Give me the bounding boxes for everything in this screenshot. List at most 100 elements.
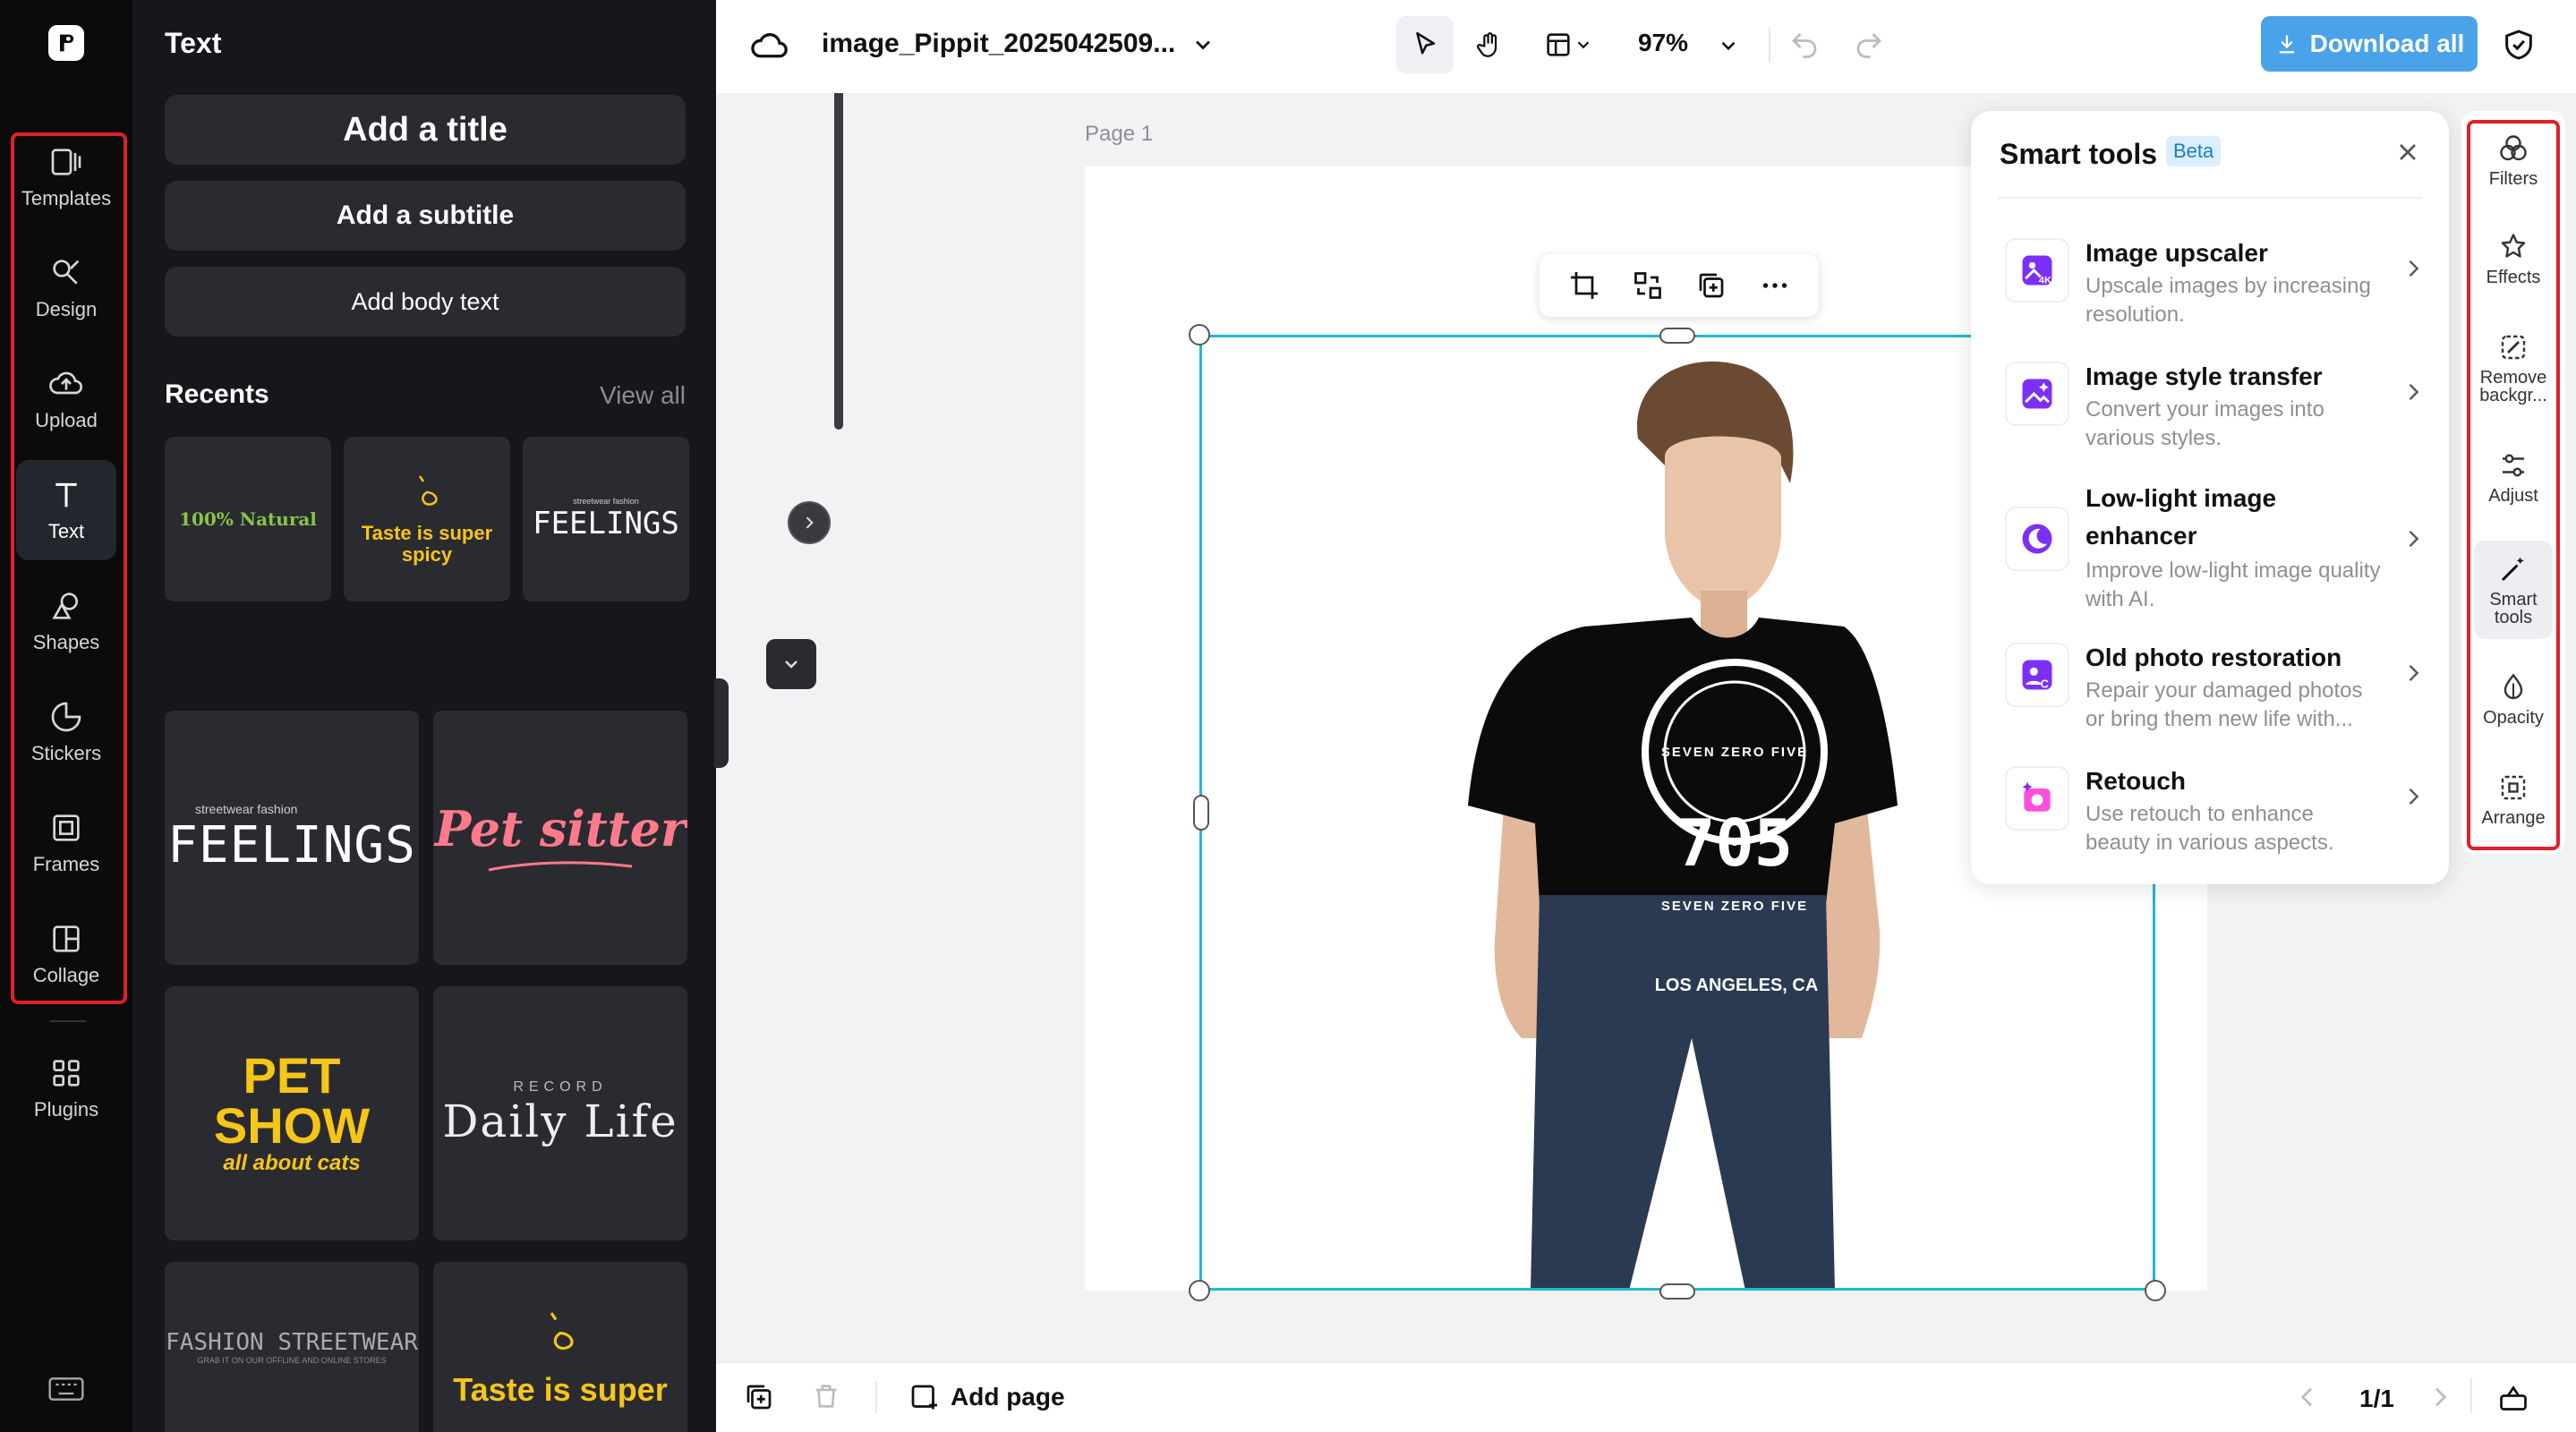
smart-tool-retouch[interactable]: Retouch Use retouch to enhance beauty in… — [2005, 763, 2426, 861]
recents-heading: Recents — [165, 379, 269, 409]
template-text: FEELINGS — [167, 815, 416, 874]
rail-item-collage[interactable]: Collage — [16, 904, 116, 1004]
zoom-level[interactable]: 97% — [1638, 29, 1688, 57]
previous-page-icon[interactable] — [2293, 1383, 2322, 1411]
rail-label: Arrange — [2481, 808, 2546, 828]
replace-icon[interactable] — [1632, 269, 1664, 302]
close-icon[interactable] — [2393, 138, 2422, 166]
rail-adjust[interactable]: Adjust — [2474, 449, 2553, 505]
shield-icon[interactable] — [2501, 27, 2537, 63]
add-title-button[interactable]: Add a title — [165, 95, 686, 165]
add-page-button[interactable]: Add page — [908, 1381, 1065, 1413]
rail-item-text[interactable]: Text — [16, 460, 116, 560]
app-logo[interactable] — [48, 25, 84, 61]
cursor-icon — [1416, 31, 1436, 55]
recent-template-feelings[interactable]: streetwear fashion FEELINGS — [523, 437, 689, 601]
rail-remove-background[interactable]: Remove backgr... — [2474, 331, 2553, 405]
expand-recents-button[interactable] — [766, 639, 816, 689]
add-page-label: Add page — [951, 1383, 1065, 1411]
recent-template-natural[interactable]: 100% Natural — [165, 437, 331, 601]
smart-tools-title: Smart tools — [2000, 138, 2158, 170]
svg-text:C: C — [2041, 678, 2049, 691]
cloud-sync-icon[interactable] — [750, 27, 789, 63]
rail-smart-tools[interactable]: Smart tools — [2474, 541, 2553, 639]
template-text: Taste is super — [453, 1371, 668, 1408]
rail-effects[interactable]: Effects — [2474, 231, 2553, 286]
design-icon — [53, 260, 80, 285]
resize-handle-bottom-left[interactable] — [1189, 1280, 1210, 1301]
rail-label: Opacity — [2483, 708, 2544, 728]
view-all-link[interactable]: View all — [600, 381, 686, 410]
more-options-icon[interactable] — [1759, 269, 1791, 302]
redo-icon[interactable] — [1853, 29, 1885, 61]
filters-icon — [2500, 135, 2527, 161]
effects-icon — [2501, 234, 2526, 258]
file-menu-chevron-down-icon[interactable] — [1190, 32, 1215, 57]
rail-filters[interactable]: Filters — [2474, 132, 2553, 188]
smart-tool-style-transfer[interactable]: Image style transfer Convert your images… — [2005, 358, 2426, 474]
smart-tool-low-light-enhancer[interactable]: Low-light image enhancer Improve low-lig… — [2005, 480, 2426, 632]
smart-tool-image-upscaler[interactable]: 4K Image upscaler Upscale images by incr… — [2005, 234, 2426, 351]
select-tool-button[interactable] — [1396, 16, 1454, 73]
template-fashion-streetwear[interactable]: FASHION STREETWEAR GRAB IT ON OUR OFFLIN… — [165, 1262, 419, 1432]
rail-item-frames[interactable]: Frames — [16, 793, 116, 893]
resize-handle-top-left[interactable] — [1189, 324, 1210, 345]
rail-item-plugins[interactable]: Plugins — [16, 1038, 116, 1138]
element-toolbar — [1540, 254, 1819, 317]
rail-item-design[interactable]: Design — [16, 238, 116, 338]
recents-next-button[interactable] — [788, 501, 831, 544]
keyboard-shortcuts-icon[interactable] — [48, 1375, 84, 1403]
template-daily-life[interactable]: RECORD Daily Life — [433, 986, 687, 1240]
chevron-right-icon — [2409, 260, 2419, 277]
download-all-button[interactable]: Download all — [2261, 16, 2478, 72]
template-text: Pet sitter — [434, 800, 687, 857]
template-taste-spicy[interactable]: Taste is super — [433, 1262, 687, 1432]
template-text: 100% Natural — [179, 508, 317, 530]
resize-handle-left[interactable] — [1193, 795, 1209, 831]
zoom-chevron-down-icon[interactable] — [1717, 34, 1740, 57]
duplicate-icon[interactable] — [1695, 269, 1727, 302]
rail-label: Stickers — [30, 742, 102, 764]
smart-tool-old-photo-restoration[interactable]: C Old photo restoration Repair your dama… — [2005, 639, 2426, 755]
hand-tool-button[interactable] — [1461, 16, 1518, 73]
template-text: Daily Life — [442, 1095, 678, 1147]
rail-label: Shapes — [32, 631, 100, 653]
chevron-right-icon — [806, 516, 814, 529]
rail-item-upload[interactable]: Upload — [16, 349, 116, 449]
layout-icon — [1547, 33, 1570, 56]
template-text: FASHION STREETWEAR — [166, 1329, 418, 1356]
resize-handle-bottom[interactable] — [1659, 1283, 1695, 1300]
pages-panel-icon[interactable] — [2497, 1381, 2529, 1413]
rail-item-shapes[interactable]: Shapes — [16, 571, 116, 671]
style-transfer-icon — [2005, 362, 2069, 426]
upload-icon — [49, 371, 82, 395]
file-name[interactable]: image_Pippit_2025042509... — [822, 29, 1175, 59]
remove-background-icon — [2501, 335, 2526, 360]
trash-icon[interactable] — [811, 1381, 841, 1411]
rail-label: Remove backgr... — [2479, 368, 2547, 405]
crop-icon[interactable] — [1568, 269, 1600, 302]
add-element-icon[interactable] — [743, 1381, 775, 1413]
add-subtitle-button[interactable]: Add a subtitle — [165, 181, 686, 251]
add-page-icon — [911, 1385, 937, 1410]
template-feelings[interactable]: streetwear fashion FEELINGS — [165, 711, 419, 965]
rail-item-templates[interactable]: Templates — [16, 127, 116, 227]
low-light-icon — [2005, 507, 2069, 571]
rail-opacity[interactable]: Opacity — [2474, 671, 2553, 727]
plugins-icon — [53, 1060, 80, 1087]
add-body-text-button[interactable]: Add body text — [165, 267, 686, 337]
rail-label: Upload — [35, 409, 98, 431]
collapse-panel-handle[interactable] — [714, 678, 729, 768]
undo-icon[interactable] — [1788, 29, 1821, 61]
top-bar: image_Pippit_2025042509... 97% Download … — [716, 0, 2576, 93]
template-pet-sitter[interactable]: Pet sitter — [433, 711, 687, 965]
layout-menu-button[interactable] — [1532, 16, 1604, 73]
rail-item-stickers[interactable]: Stickers — [16, 682, 116, 782]
rail-arrange[interactable]: Arrange — [2474, 771, 2553, 827]
next-page-icon[interactable] — [2426, 1383, 2454, 1411]
template-pet-show[interactable]: PET SHOW all about cats — [165, 986, 419, 1240]
recent-template-spicy[interactable]: Taste is super spicy — [344, 437, 510, 601]
resize-handle-top[interactable] — [1659, 328, 1695, 344]
resize-handle-bottom-right[interactable] — [2145, 1280, 2166, 1301]
pepper-doodle-icon — [418, 475, 438, 506]
